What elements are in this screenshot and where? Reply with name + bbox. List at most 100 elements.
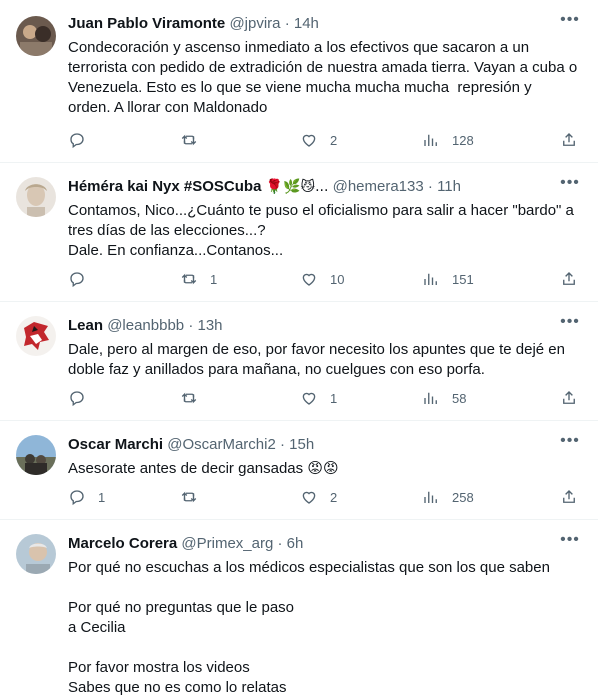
like-count: 1 xyxy=(330,390,338,406)
retweet-button[interactable] xyxy=(180,388,210,408)
separator-dot: · xyxy=(284,15,290,32)
views-button[interactable]: 128 xyxy=(422,130,474,150)
share-button[interactable] xyxy=(560,388,578,408)
retweet-button[interactable]: 1 xyxy=(180,269,217,289)
avatar[interactable] xyxy=(16,534,56,574)
reply-count: 1 xyxy=(98,489,106,505)
reply-icon xyxy=(70,272,84,288)
reply-button[interactable]: 1 xyxy=(68,487,105,507)
avatar[interactable] xyxy=(16,435,56,475)
reply-button[interactable] xyxy=(68,130,98,150)
display-name[interactable]: Héméra kai Nyx #SOSCuba xyxy=(68,178,261,195)
retweet-icon xyxy=(181,491,197,503)
share-icon xyxy=(563,391,575,404)
avatar[interactable] xyxy=(16,177,56,217)
share-icon xyxy=(563,133,575,146)
tweet[interactable]: Lean @leanbbbb · 13h ••• Dale, pero al m… xyxy=(0,302,598,421)
view-count: 128 xyxy=(452,132,474,148)
separator-dot: · xyxy=(279,436,285,453)
user-handle[interactable]: @hemera133 xyxy=(333,178,424,195)
reply-icon xyxy=(70,133,84,149)
avatar[interactable] xyxy=(16,316,56,356)
separator-dot: · xyxy=(188,317,194,334)
user-handle[interactable]: @jpvira xyxy=(229,15,280,32)
user-handle[interactable]: @OscarMarchi2 xyxy=(167,436,276,453)
views-icon xyxy=(424,273,437,285)
more-icon[interactable]: ••• xyxy=(560,532,580,554)
like-count: 10 xyxy=(330,271,345,287)
like-button[interactable]: 10 xyxy=(300,269,344,289)
views-button[interactable]: 151 xyxy=(422,269,474,289)
like-button[interactable]: 2 xyxy=(300,130,337,150)
views-icon xyxy=(424,134,437,146)
like-count: 2 xyxy=(330,132,338,148)
tweet-actions: 1 58 xyxy=(68,388,588,408)
separator-dot: · xyxy=(277,535,283,552)
reply-icon xyxy=(70,490,84,506)
like-count: 2 xyxy=(330,489,338,505)
display-name[interactable]: Lean xyxy=(68,317,103,334)
timestamp[interactable]: 15h xyxy=(289,436,314,453)
display-name[interactable]: Oscar Marchi xyxy=(68,436,163,453)
timestamp[interactable]: 14h xyxy=(294,15,319,32)
tweet-header: Marcelo Corera @Primex_arg · 6h xyxy=(68,534,558,554)
more-icon[interactable]: ••• xyxy=(560,12,580,34)
tweet-text: Por qué no escuchas a los médicos especi… xyxy=(68,559,550,696)
retweet-icon xyxy=(181,134,197,146)
tweet[interactable]: Marcelo Corera @Primex_arg · 6h ••• Por … xyxy=(0,520,598,697)
display-name[interactable]: Juan Pablo Viramonte xyxy=(68,15,225,32)
views-button[interactable]: 58 xyxy=(422,388,466,408)
tweet-text: Condecoración y ascenso inmediato a los … xyxy=(68,39,582,116)
view-count: 58 xyxy=(452,390,467,406)
heart-icon xyxy=(302,134,316,147)
display-name-emojis: 🌹🌿😼... xyxy=(265,179,329,195)
share-button[interactable] xyxy=(560,269,578,289)
user-handle[interactable]: @Primex_arg xyxy=(181,535,273,552)
tweet-header: Oscar Marchi @OscarMarchi2 · 15h xyxy=(68,435,558,455)
like-button[interactable]: 2 xyxy=(300,487,337,507)
tweet-header: Juan Pablo Viramonte @jpvira · 14h xyxy=(68,14,558,34)
avatar[interactable] xyxy=(16,16,56,56)
tweet-text: Asesorate antes de decir gansadas 😡😡 xyxy=(68,460,339,477)
separator-dot: · xyxy=(427,178,433,195)
tweet[interactable]: Oscar Marchi @OscarMarchi2 · 15h ••• Ase… xyxy=(0,421,598,520)
timestamp[interactable]: 11h xyxy=(437,178,461,195)
more-icon[interactable]: ••• xyxy=(560,314,580,336)
retweet-icon xyxy=(181,392,197,404)
tweet-header: Lean @leanbbbb · 13h xyxy=(68,316,558,336)
tweet-actions: 1 2 258 xyxy=(68,487,588,507)
like-button[interactable]: 1 xyxy=(300,388,337,408)
share-button[interactable] xyxy=(560,130,578,150)
user-handle[interactable]: @leanbbbb xyxy=(107,317,184,334)
views-icon xyxy=(424,491,437,503)
display-name[interactable]: Marcelo Corera xyxy=(68,535,177,552)
tweet-text: Contamos, Nico...¿Cuánto te puso el ofic… xyxy=(68,202,574,259)
share-icon xyxy=(563,490,575,503)
heart-icon xyxy=(302,392,316,405)
view-count: 151 xyxy=(452,271,474,287)
views-button[interactable]: 258 xyxy=(422,487,474,507)
views-icon xyxy=(424,392,437,404)
view-count: 258 xyxy=(452,489,474,505)
more-icon[interactable]: ••• xyxy=(560,175,580,197)
retweet-icon xyxy=(181,273,197,285)
share-icon xyxy=(563,272,575,285)
tweet-text: Dale, pero al margen de eso, por favor n… xyxy=(68,341,570,378)
more-icon[interactable]: ••• xyxy=(560,433,580,455)
heart-icon xyxy=(302,491,316,504)
retweet-button[interactable] xyxy=(180,130,210,150)
share-button[interactable] xyxy=(560,487,578,507)
tweet[interactable]: Héméra kai Nyx #SOSCuba 🌹🌿😼... @hemera13… xyxy=(0,163,598,302)
timestamp[interactable]: 13h xyxy=(198,317,223,334)
tweet[interactable]: Juan Pablo Viramonte @jpvira · 14h ••• C… xyxy=(0,0,598,163)
tweet-header: Héméra kai Nyx #SOSCuba 🌹🌿😼... @hemera13… xyxy=(68,177,558,197)
tweet-actions: 2 128 xyxy=(68,130,588,150)
reply-button[interactable] xyxy=(68,269,98,289)
timestamp[interactable]: 6h xyxy=(287,535,304,552)
tweet-actions: 1 10 151 xyxy=(68,269,588,289)
heart-icon xyxy=(302,273,316,286)
retweet-count: 1 xyxy=(210,271,218,287)
retweet-button[interactable] xyxy=(180,487,210,507)
reply-button[interactable] xyxy=(68,388,98,408)
reply-icon xyxy=(70,391,84,407)
